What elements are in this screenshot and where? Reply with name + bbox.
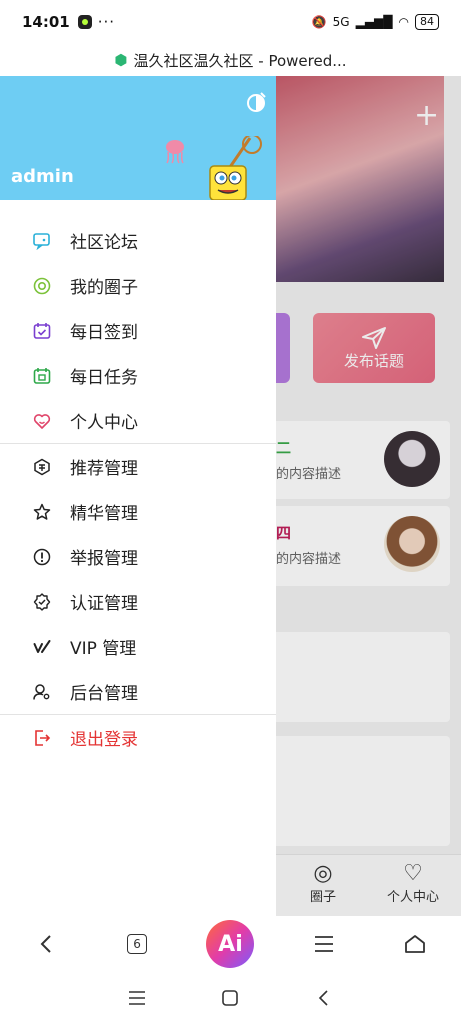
hamburger-icon xyxy=(314,936,333,952)
system-back-icon xyxy=(319,990,328,1006)
drawer-header: admin xyxy=(0,76,276,200)
menu-label: 认证管理 xyxy=(70,594,138,614)
badge-icon xyxy=(32,592,52,612)
ai-assistant-button[interactable]: Ai xyxy=(206,920,255,968)
menu-item-vip-admin[interactable]: VIP 管理 xyxy=(0,624,276,669)
battery-icon: 84 xyxy=(415,14,439,30)
browser-toolbar: 6 Ai xyxy=(0,916,461,972)
recent-apps-icon xyxy=(128,991,145,1005)
logout-button[interactable]: 退出登录 xyxy=(0,715,276,760)
logout-label: 退出登录 xyxy=(70,730,138,750)
signal-icon: ▂▄▆█ xyxy=(355,15,393,29)
menu-label: VIP 管理 xyxy=(70,639,137,659)
status-time: 14:01 xyxy=(22,13,70,31)
menu-label: 举报管理 xyxy=(70,549,138,569)
calendar-check-icon xyxy=(32,321,52,341)
theme-toggle-icon[interactable] xyxy=(244,90,268,114)
menu-item-my-circle[interactable]: 我的圈子 xyxy=(0,263,276,308)
spongebob-illustration xyxy=(209,136,262,200)
system-back-button[interactable] xyxy=(309,983,339,1013)
back-button[interactable] xyxy=(24,922,68,966)
menu-label: 个人中心 xyxy=(70,413,138,433)
back-arrow-icon xyxy=(40,935,51,953)
jellyfish-illustration xyxy=(166,140,184,164)
menu-label: 后台管理 xyxy=(70,684,138,704)
vip-icon xyxy=(32,637,52,657)
menu-item-featured-admin[interactable]: 精华管理 xyxy=(0,489,276,534)
tab-count: 6 xyxy=(127,934,148,954)
page-title: 温久社区温久社区 - Powered... xyxy=(133,51,347,70)
menu-item-report-admin[interactable]: 举报管理 xyxy=(0,534,276,579)
address-bar[interactable]: ⬢ 温久社区温久社区 - Powered... xyxy=(0,44,461,76)
wifi-icon: ◠ xyxy=(398,15,409,29)
menu-label: 我的圈子 xyxy=(70,278,138,298)
menu-item-profile[interactable]: 个人中心 xyxy=(0,398,276,443)
home-icon xyxy=(405,935,426,953)
menu-item-forum[interactable]: 社区论坛 xyxy=(0,218,276,263)
menu-item-daily-task[interactable]: 每日任务 xyxy=(0,353,276,398)
report-icon xyxy=(32,547,52,567)
star-icon xyxy=(32,502,52,522)
network-label: 5G xyxy=(332,15,350,29)
recommend-icon xyxy=(32,457,52,477)
menu-label: 精华管理 xyxy=(70,504,138,524)
admin-icon xyxy=(32,682,52,702)
menu-button[interactable] xyxy=(302,922,346,966)
logout-icon xyxy=(32,728,52,748)
forum-icon xyxy=(32,231,52,251)
side-drawer: admin 社区论坛 我的圈子 每日签到 每日任务 个人中心 推荐管理 精华管理… xyxy=(0,76,276,916)
app-notification-icon xyxy=(77,15,92,29)
username: admin xyxy=(11,166,74,187)
circle-icon xyxy=(32,276,52,296)
more-notifications-icon: ··· xyxy=(97,13,116,31)
menu-label: 每日签到 xyxy=(70,323,138,343)
drawer-menu: 社区论坛 我的圈子 每日签到 每日任务 个人中心 推荐管理 精华管理 举报管理 … xyxy=(0,218,276,760)
heart-user-icon xyxy=(32,411,52,431)
home-button[interactable] xyxy=(393,922,437,966)
menu-label: 每日任务 xyxy=(70,368,138,388)
square-home-icon xyxy=(222,990,239,1006)
menu-label: 推荐管理 xyxy=(70,459,138,479)
drawer-overlay[interactable] xyxy=(268,76,461,916)
system-navigation xyxy=(0,972,461,1024)
task-icon xyxy=(32,366,52,386)
status-bar: 14:01 ··· 🔕 5G ▂▄▆█ ◠ 84 xyxy=(0,0,461,44)
status-right: 🔕 5G ▂▄▆█ ◠ 84 xyxy=(312,14,439,30)
menu-item-recommend-admin[interactable]: 推荐管理 xyxy=(0,444,276,489)
system-home-button[interactable] xyxy=(215,983,245,1013)
menu-item-checkin[interactable]: 每日签到 xyxy=(0,308,276,353)
menu-item-backend-admin[interactable]: 后台管理 xyxy=(0,669,276,714)
menu-label: 社区论坛 xyxy=(70,233,138,253)
recent-apps-button[interactable] xyxy=(122,983,152,1013)
mute-icon: 🔕 xyxy=(311,15,327,29)
secure-shield-icon: ⬢ xyxy=(114,51,128,69)
tabs-button[interactable]: 6 xyxy=(115,922,159,966)
menu-item-verify-admin[interactable]: 认证管理 xyxy=(0,579,276,624)
